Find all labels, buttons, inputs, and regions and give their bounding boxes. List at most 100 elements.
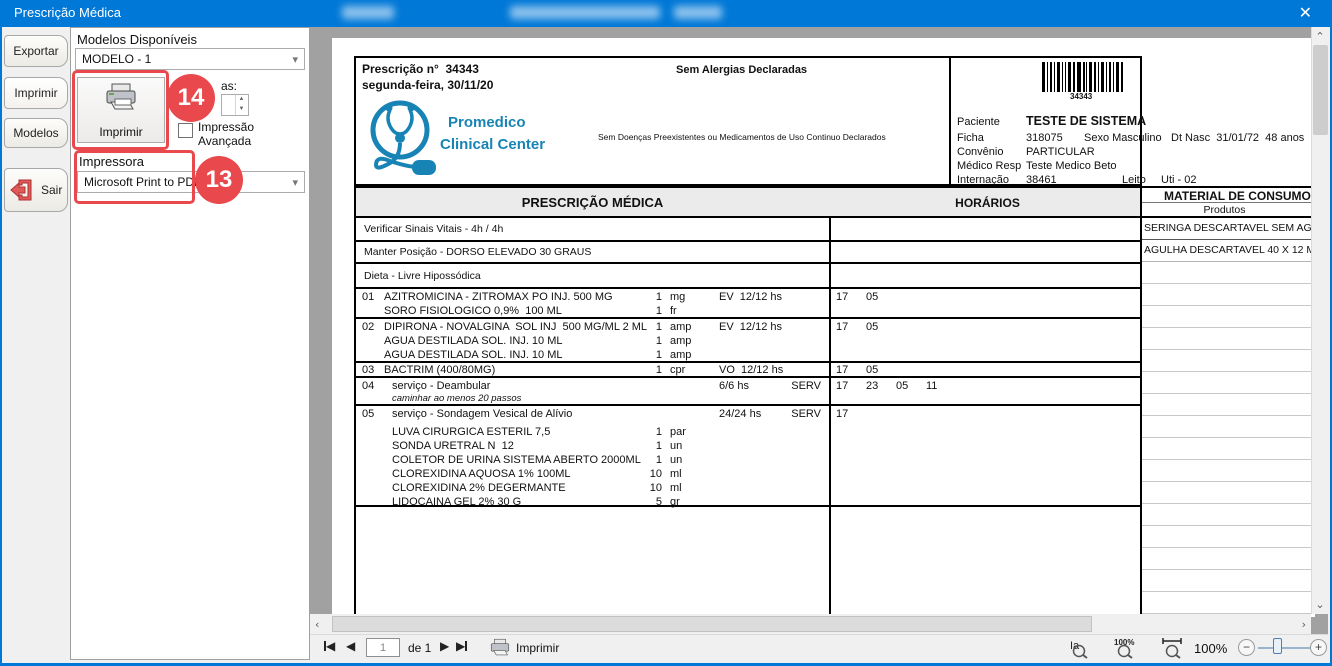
document-header: Prescrição n° 34343 segunda-feira, 30/11… <box>354 56 1142 186</box>
medico-label: Médico Resp <box>957 160 1021 172</box>
impressora-dropdown[interactable]: Microsoft Print to PDF ▾ <box>77 171 305 193</box>
item-qty: 1 <box>632 364 662 376</box>
tab-sair[interactable]: Sair <box>4 168 68 212</box>
chevron-down-icon: ▾ <box>292 53 298 66</box>
next-page-icon[interactable]: ▶ <box>440 639 449 653</box>
zoom-slider-handle[interactable] <box>1273 638 1282 654</box>
vertical-scrollbar[interactable]: ⌃ ⌄ <box>1311 27 1328 614</box>
modelo-dropdown-value: MODELO - 1 <box>82 52 151 66</box>
first-page-icon[interactable]: ◀ <box>324 639 335 653</box>
redacted-title-text <box>342 6 394 19</box>
tab-exportar[interactable]: Exportar <box>4 35 68 67</box>
tab-imprimir[interactable]: Imprimir <box>4 77 68 109</box>
scroll-right-icon[interactable]: › <box>1302 618 1306 631</box>
item-desc: AGUA DESTILADA SOL. INJ. 10 ML <box>384 349 563 361</box>
item-qty: 10 <box>626 482 662 494</box>
item-serv-flag: SERV <box>776 380 821 392</box>
item-row-04: 04 serviço - Deambular 6/6 hs SERV camin… <box>356 378 1140 406</box>
item-code: 05 <box>362 408 374 420</box>
spinner-up-icon[interactable]: ▲ <box>235 95 247 105</box>
scroll-left-icon[interactable]: ‹ <box>315 618 319 631</box>
horizontal-scrollbar[interactable]: ‹ › <box>310 614 1311 634</box>
hour-value: 05 <box>866 291 892 303</box>
item-route: VO 12/12 hs <box>719 364 783 376</box>
item-desc: DIPIRONA - NOVALGINA SOL INJ 500 MG/ML 2… <box>384 321 647 333</box>
prescricao-date: segunda-feira, 30/11/20 <box>362 78 493 92</box>
hour-value: 05 <box>896 380 922 392</box>
callout-13: 13 <box>195 156 243 204</box>
item-unit: ml <box>670 468 682 480</box>
zoom-100-icon[interactable]: 100% <box>1113 637 1139 659</box>
convenio-value: PARTICULAR <box>1026 146 1095 158</box>
redacted-title-text <box>674 6 722 19</box>
exit-icon <box>9 178 35 202</box>
general-row-text: Verificar Sinais Vitais - 4h / 4h <box>364 223 503 235</box>
prescription-table: PRESCRIÇÃO MÉDICA HORÁRIOS Verificar Sin… <box>354 186 1142 617</box>
item-desc: BACTRIM (400/80MG) <box>384 364 495 376</box>
paciente-value: TESTE DE SISTEMA <box>1026 114 1146 128</box>
barcode <box>1042 62 1126 92</box>
material-header: MATERIAL DE CONSUMO <box>1164 189 1311 203</box>
tab-exportar-label: Exportar <box>13 44 58 58</box>
zoom-fit-width-icon[interactable] <box>1160 637 1186 659</box>
modelo-dropdown[interactable]: MODELO - 1 ▾ <box>75 48 305 70</box>
printer-icon[interactable] <box>488 638 512 658</box>
hour-value: 17 <box>836 380 862 392</box>
item-desc: AGUA DESTILADA SOL. INJ. 10 ML <box>384 335 563 347</box>
print-preview-pane: Prescrição n° 34343 segunda-feira, 30/11… <box>310 27 1328 660</box>
impressao-avancada-checkbox[interactable] <box>178 123 193 138</box>
window-title: Prescrição Médica <box>14 5 121 20</box>
last-page-icon[interactable]: ▶ <box>456 639 467 653</box>
item-qty: 1 <box>632 335 662 347</box>
zoom-in-button[interactable]: + <box>1310 639 1327 656</box>
material-product: SERINGA DESCARTAVEL SEM AGULHA <box>1144 222 1315 234</box>
material-empty-row <box>1142 438 1315 460</box>
barcode-number: 34343 <box>1070 92 1092 101</box>
hour-value: 17 <box>836 364 862 376</box>
item-row-03: 03 BACTRIM (400/80MG) 1 cpr VO 12/12 hs … <box>356 363 1140 378</box>
general-row-text: Dieta - Livre Hipossódica <box>364 270 481 282</box>
toolbar-imprimir-label[interactable]: Imprimir <box>516 641 559 655</box>
item-row-05: 05 serviço - Sondagem Vesical de Alívio … <box>356 406 1140 507</box>
scroll-up-icon[interactable]: ⌃ <box>1312 30 1328 43</box>
item-code: 03 <box>362 364 374 376</box>
table-header-row: PRESCRIÇÃO MÉDICA HORÁRIOS <box>356 188 1140 218</box>
imprimir-button[interactable]: Imprimir <box>77 77 165 143</box>
horizontal-scrollbar-thumb[interactable] <box>332 616 1092 632</box>
col-horarios-header: HORÁRIOS <box>831 196 1144 210</box>
material-empty-row <box>1142 306 1315 328</box>
tab-modelos[interactable]: Modelos <box>4 118 68 148</box>
internacao-value: 38461 <box>1026 174 1057 186</box>
material-empty-row <box>1142 570 1315 592</box>
medico-value: Teste Medico Beto <box>1026 160 1117 172</box>
item-unit: amp <box>670 321 691 333</box>
item-unit: un <box>670 454 682 466</box>
item-unit: fr <box>670 305 677 317</box>
tab-modelos-label: Modelos <box>13 126 58 140</box>
prev-page-icon[interactable]: ◀ <box>346 639 355 653</box>
item-qty: 5 <box>626 496 662 508</box>
vertical-scrollbar-thumb[interactable] <box>1313 45 1328 135</box>
scroll-down-icon[interactable]: ⌄ <box>1312 598 1328 611</box>
redacted-title-text <box>510 6 660 19</box>
ficha-label: Ficha <box>957 132 984 144</box>
general-row: Dieta - Livre Hipossódica <box>356 264 1140 289</box>
vias-spinner[interactable]: ▲ ▼ <box>221 94 249 116</box>
item-unit: un <box>670 440 682 452</box>
item-qty: 1 <box>632 349 662 361</box>
close-icon[interactable]: ✕ <box>1299 3 1312 23</box>
prescription-window: Prescrição Médica ✕ Exportar Imprimir Mo… <box>0 0 1332 666</box>
zoom-out-button[interactable]: − <box>1238 639 1255 656</box>
callout-14: 14 <box>167 74 215 122</box>
spinner-down-icon[interactable]: ▼ <box>235 105 247 115</box>
zoom-text-icon[interactable]: Ia <box>1068 637 1092 659</box>
alergias-text: Sem Alergias Declaradas <box>676 64 807 76</box>
material-table: MATERIAL DE CONSUMO Produtos SERINGA DES… <box>1142 186 1315 617</box>
general-row-text: Manter Posição - DORSO ELEVADO 30 GRAUS <box>364 246 591 258</box>
internacao-label: Internação <box>957 174 1009 186</box>
page-number-input[interactable] <box>366 638 400 657</box>
hour-value: 17 <box>836 408 862 420</box>
left-tab-strip: Exportar Imprimir Modelos Sair <box>2 27 70 663</box>
logo-text-1: Promedico <box>448 114 526 131</box>
item-code: 02 <box>362 321 374 333</box>
